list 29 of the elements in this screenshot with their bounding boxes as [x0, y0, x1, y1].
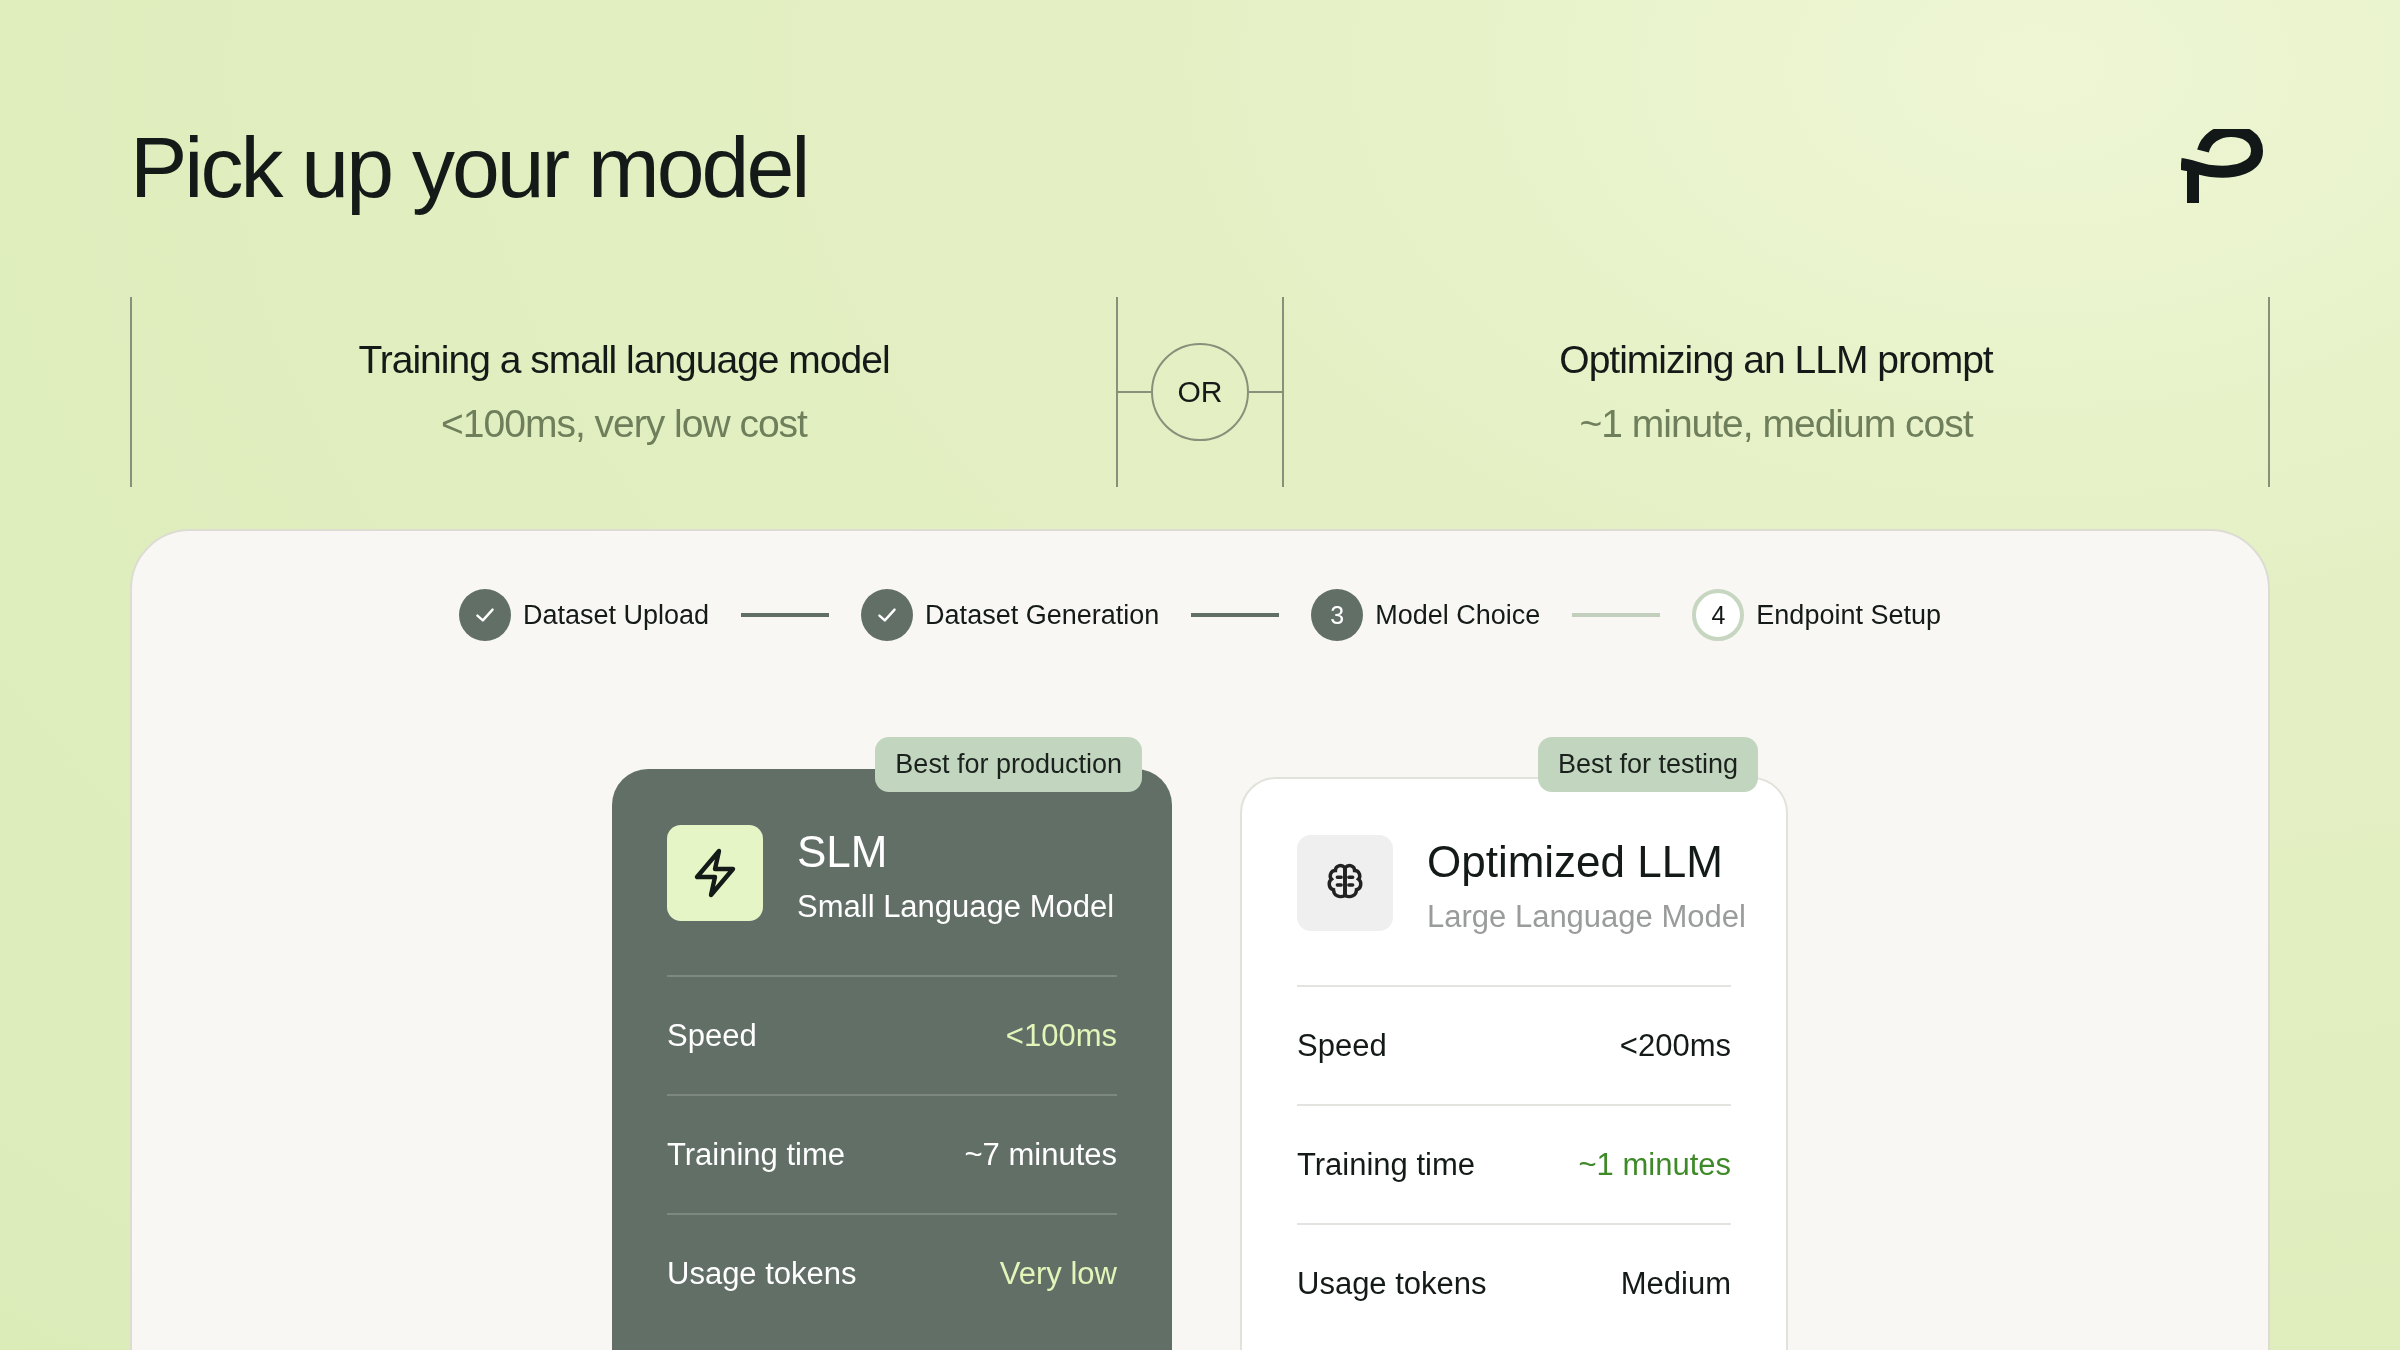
card-badge: Best for testing: [1537, 737, 1758, 792]
metric-value: <100ms: [1005, 1017, 1117, 1054]
option-heading: Training a small language model: [358, 338, 890, 382]
metric-label: Speed: [1297, 1027, 1387, 1064]
card-badge: Best for production: [875, 737, 1142, 792]
metric-value: <200ms: [1619, 1027, 1731, 1064]
option-heading: Optimizing an LLM prompt: [1559, 338, 1993, 382]
metric-value: Very low: [999, 1255, 1117, 1292]
metric-value: ~1 minutes: [1578, 1146, 1731, 1183]
model-name: Optimized LLM: [1427, 837, 1724, 887]
step-label: Model Choice: [1375, 599, 1541, 631]
option-detail: <100ms, very low cost: [441, 402, 807, 446]
page-title: Pick up your model: [130, 118, 808, 217]
step-label: Dataset Generation: [925, 599, 1160, 631]
metric-label: Usage tokens: [1297, 1265, 1487, 1302]
model-subtitle: Large Language Model: [1427, 899, 1746, 935]
step-number: 4: [1692, 589, 1745, 641]
step-number: 3: [1311, 589, 1364, 641]
metric-label: Training time: [667, 1136, 846, 1173]
model-name: SLM: [797, 827, 889, 877]
metric-label: Training time: [1297, 1146, 1476, 1183]
metric-value: ~7 minutes: [964, 1136, 1117, 1173]
step-label: Dataset Upload: [523, 599, 710, 631]
model-subtitle: Small Language Model: [797, 889, 1115, 925]
step-label: Endpoint Setup: [1756, 599, 1941, 631]
metric-value: Medium: [1620, 1265, 1731, 1302]
metric-label: Usage tokens: [667, 1255, 857, 1292]
option-detail: ~1 minute, medium cost: [1579, 402, 1973, 446]
metric-label: Speed: [667, 1017, 757, 1054]
